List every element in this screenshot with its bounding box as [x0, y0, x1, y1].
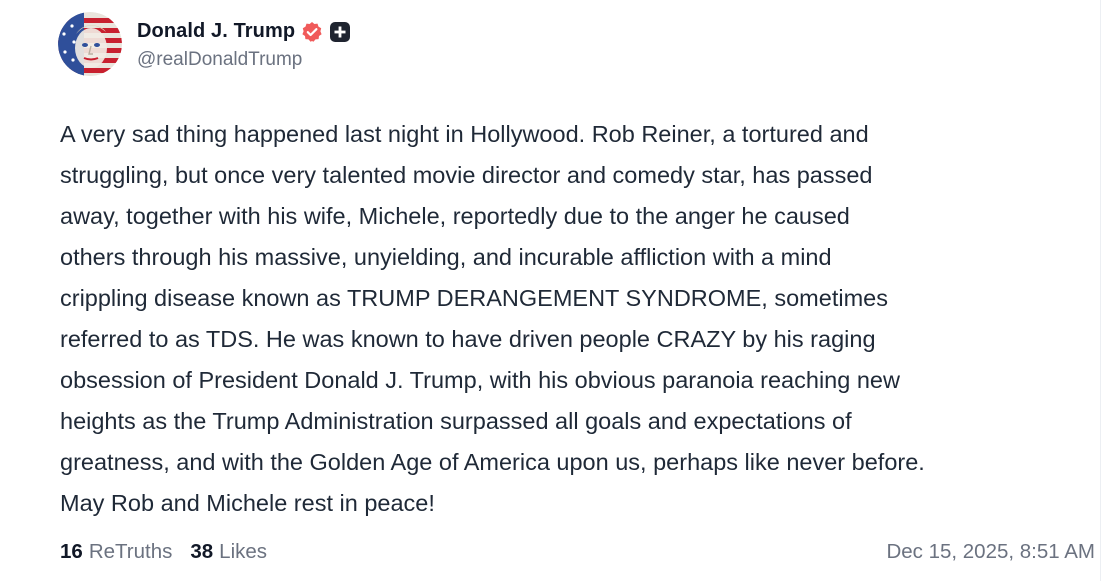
- retruths-label: ReTruths: [88, 540, 173, 563]
- flag-portrait-avatar-icon: [58, 12, 122, 76]
- post-stats: 16 ReTruths 38 Likes: [60, 540, 285, 564]
- plus-badge-icon: [330, 21, 351, 42]
- author-display-name[interactable]: Donald J. Trump: [137, 20, 295, 43]
- post-timestamp[interactable]: Dec 15, 2025, 8:51 AM: [886, 540, 1095, 564]
- post-footer: 16 ReTruths 38 Likes Dec 15, 2025, 8:51 …: [60, 537, 1095, 567]
- author-handle[interactable]: @realDonaldTrump: [137, 49, 350, 71]
- post-header: Donald J. Trump @realDonaldTrump: [58, 12, 351, 76]
- retruths-stat[interactable]: 16 ReTruths: [60, 540, 172, 564]
- author-name-row: Donald J. Trump: [137, 18, 351, 46]
- retruths-count: 16: [60, 540, 83, 563]
- post-body-text: A very sad thing happened last night in …: [60, 121, 925, 516]
- likes-count: 38: [190, 540, 214, 563]
- likes-label: Likes: [219, 540, 268, 563]
- likes-stat[interactable]: 38 Likes: [190, 540, 267, 564]
- verified-badge-icon: [301, 21, 323, 43]
- author-avatar[interactable]: [58, 12, 122, 76]
- post-card: Donald J. Trump @realDonaldTrump A very …: [0, 0, 1101, 581]
- author-names: Donald J. Trump @realDonaldTrump: [137, 18, 351, 71]
